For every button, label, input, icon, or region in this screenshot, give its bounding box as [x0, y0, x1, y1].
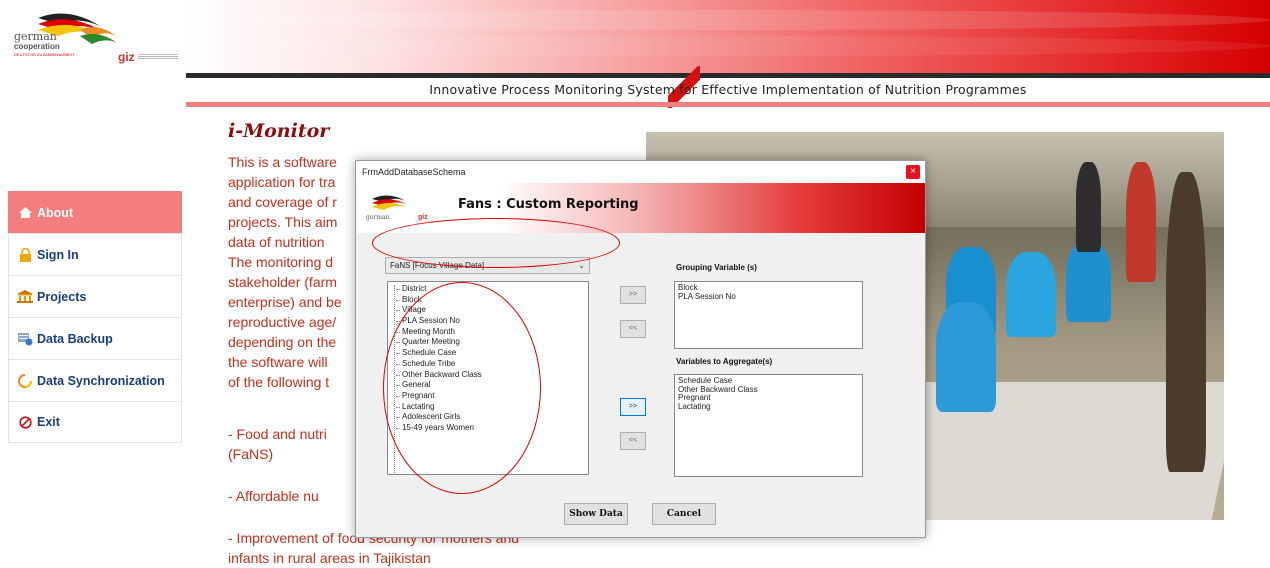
- dialog-logo-icon: german giz: [366, 195, 428, 221]
- add-aggregate-button[interactable]: >>: [620, 398, 646, 416]
- header-divider: [186, 73, 1270, 78]
- sidebar-item-label: About: [37, 205, 74, 220]
- home-icon: [17, 206, 33, 220]
- sidebar-item-projects[interactable]: Projects: [8, 275, 182, 317]
- sidebar-item-about[interactable]: About: [8, 191, 182, 233]
- page-title: i-Monitor: [228, 120, 330, 142]
- grouping-variable-label: Grouping Variable (s): [676, 263, 757, 272]
- dialog-heading: Fans : Custom Reporting: [458, 197, 639, 212]
- logo-text-cooperation: cooperation: [14, 42, 60, 51]
- database-icon: [17, 332, 33, 346]
- sidebar-item-label: Data Synchronization: [37, 373, 165, 388]
- show-data-button[interactable]: Show Data: [564, 503, 628, 525]
- close-button[interactable]: ×: [906, 165, 920, 179]
- sidebar-item-data-backup[interactable]: Data Backup: [8, 317, 182, 359]
- sync-icon: [17, 373, 33, 388]
- dialog-window-title: FrmAddDatabaseSchema: [362, 167, 466, 177]
- cancel-button[interactable]: Cancel: [652, 503, 716, 525]
- giz-logo-text: giz: [118, 50, 135, 64]
- sidebar-item-data-synchronization[interactable]: Data Synchronization: [8, 359, 182, 401]
- lock-icon: [17, 247, 33, 262]
- building-icon: [17, 290, 33, 304]
- sidebar-item-sign-in[interactable]: Sign In: [8, 233, 182, 275]
- sidebar-item-label: Exit: [37, 415, 60, 429]
- sidebar-item-label: Sign In: [37, 247, 79, 262]
- aggregate-variable-list[interactable]: Schedule Case Other Backward Class Pregn…: [674, 374, 863, 477]
- grouping-variable-list[interactable]: Block PLA Session No: [674, 281, 863, 349]
- aggregate-variable-label: Variables to Aggregate(s): [676, 357, 773, 366]
- remove-grouping-button[interactable]: <<: [620, 320, 646, 338]
- giz-subtext-lines: [138, 54, 178, 60]
- annotation-ellipse-variables: [383, 282, 541, 494]
- logo-text-deutsche: DEUTSCHE ZUSAMMENARBEIT: [14, 52, 75, 57]
- remove-aggregate-button[interactable]: <<: [620, 432, 646, 450]
- sidebar-menu: About Sign In Projects Data Backup Data …: [8, 191, 182, 443]
- sidebar-item-label: Data Backup: [37, 331, 113, 346]
- page-tagline: Innovative Process Monitoring System for…: [429, 82, 1027, 97]
- dialog-titlebar[interactable]: FrmAddDatabaseSchema ×: [356, 161, 925, 183]
- list-item[interactable]: PLA Session No: [678, 292, 859, 302]
- svg-text:giz: giz: [418, 214, 428, 221]
- exit-icon: [17, 415, 33, 429]
- header-banner: [186, 0, 1270, 74]
- sidebar-item-label: Projects: [37, 289, 87, 304]
- page-header: german cooperation DEUTSCHE ZUSAMMENARBE…: [0, 0, 1270, 78]
- sidebar-item-exit[interactable]: Exit: [8, 401, 182, 443]
- list-item[interactable]: Lactating: [678, 402, 859, 412]
- svg-text:german: german: [366, 214, 390, 221]
- german-cooperation-logo: german cooperation DEUTSCHE ZUSAMMENARBE…: [8, 8, 188, 70]
- annotation-ellipse-dropdown: [372, 218, 620, 268]
- add-grouping-button[interactable]: >>: [620, 286, 646, 304]
- tagline-rule: [186, 102, 1270, 107]
